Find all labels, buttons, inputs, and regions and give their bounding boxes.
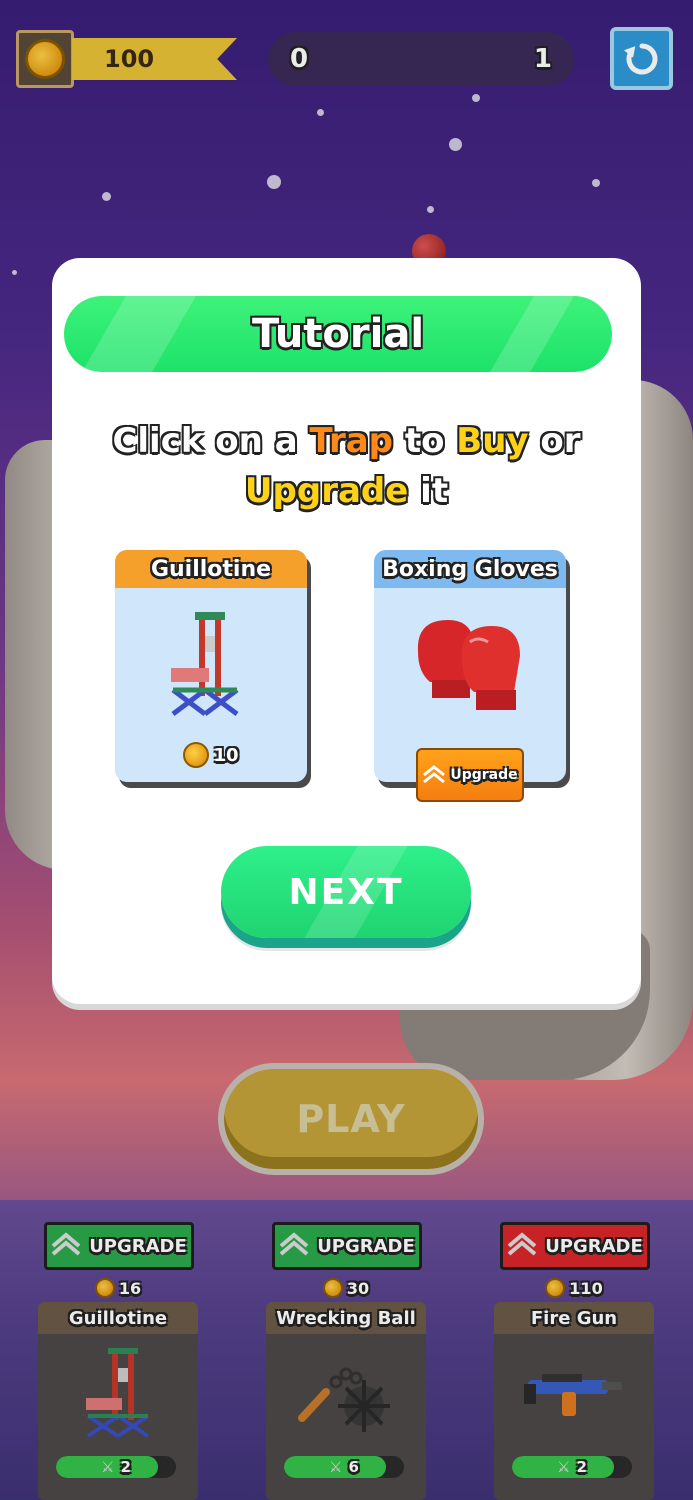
tutorial-card-guillotine[interactable]: Guillotine 10 bbox=[115, 550, 307, 782]
coin-icon bbox=[183, 742, 210, 768]
card-price: 10 bbox=[115, 742, 307, 768]
upgrade-button[interactable]: Upgrade bbox=[416, 748, 524, 802]
next-button[interactable]: NEXT bbox=[221, 846, 471, 938]
guillotine-icon bbox=[171, 612, 239, 716]
instruction-text: it bbox=[408, 471, 449, 511]
price-value: 10 bbox=[213, 744, 239, 766]
instruction-upgrade: Upgrade bbox=[244, 471, 409, 511]
instruction-text: to bbox=[393, 421, 457, 461]
next-label: NEXT bbox=[288, 871, 404, 913]
instruction-text: Click on a bbox=[112, 421, 310, 461]
tutorial-card-boxing-gloves[interactable]: Boxing Gloves Upgrade bbox=[374, 550, 566, 802]
tutorial-header: Tutorial bbox=[64, 296, 612, 372]
instruction-text: or bbox=[528, 421, 581, 461]
upgrade-arrows-icon bbox=[423, 765, 446, 784]
instruction-trap: Trap bbox=[309, 421, 393, 461]
card-title: Boxing Gloves bbox=[382, 556, 558, 582]
boxing-gloves-icon bbox=[417, 620, 520, 710]
tutorial-dialog: Tutorial Click on a Trap to Buy or Upgra… bbox=[52, 258, 641, 1004]
card-title: Guillotine bbox=[150, 556, 272, 582]
tutorial-instruction: Click on a Trap to Buy or Upgrade it bbox=[52, 416, 641, 516]
tutorial-title: Tutorial bbox=[251, 311, 425, 357]
upgrade-label: Upgrade bbox=[450, 767, 518, 783]
instruction-buy: Buy bbox=[456, 421, 529, 461]
